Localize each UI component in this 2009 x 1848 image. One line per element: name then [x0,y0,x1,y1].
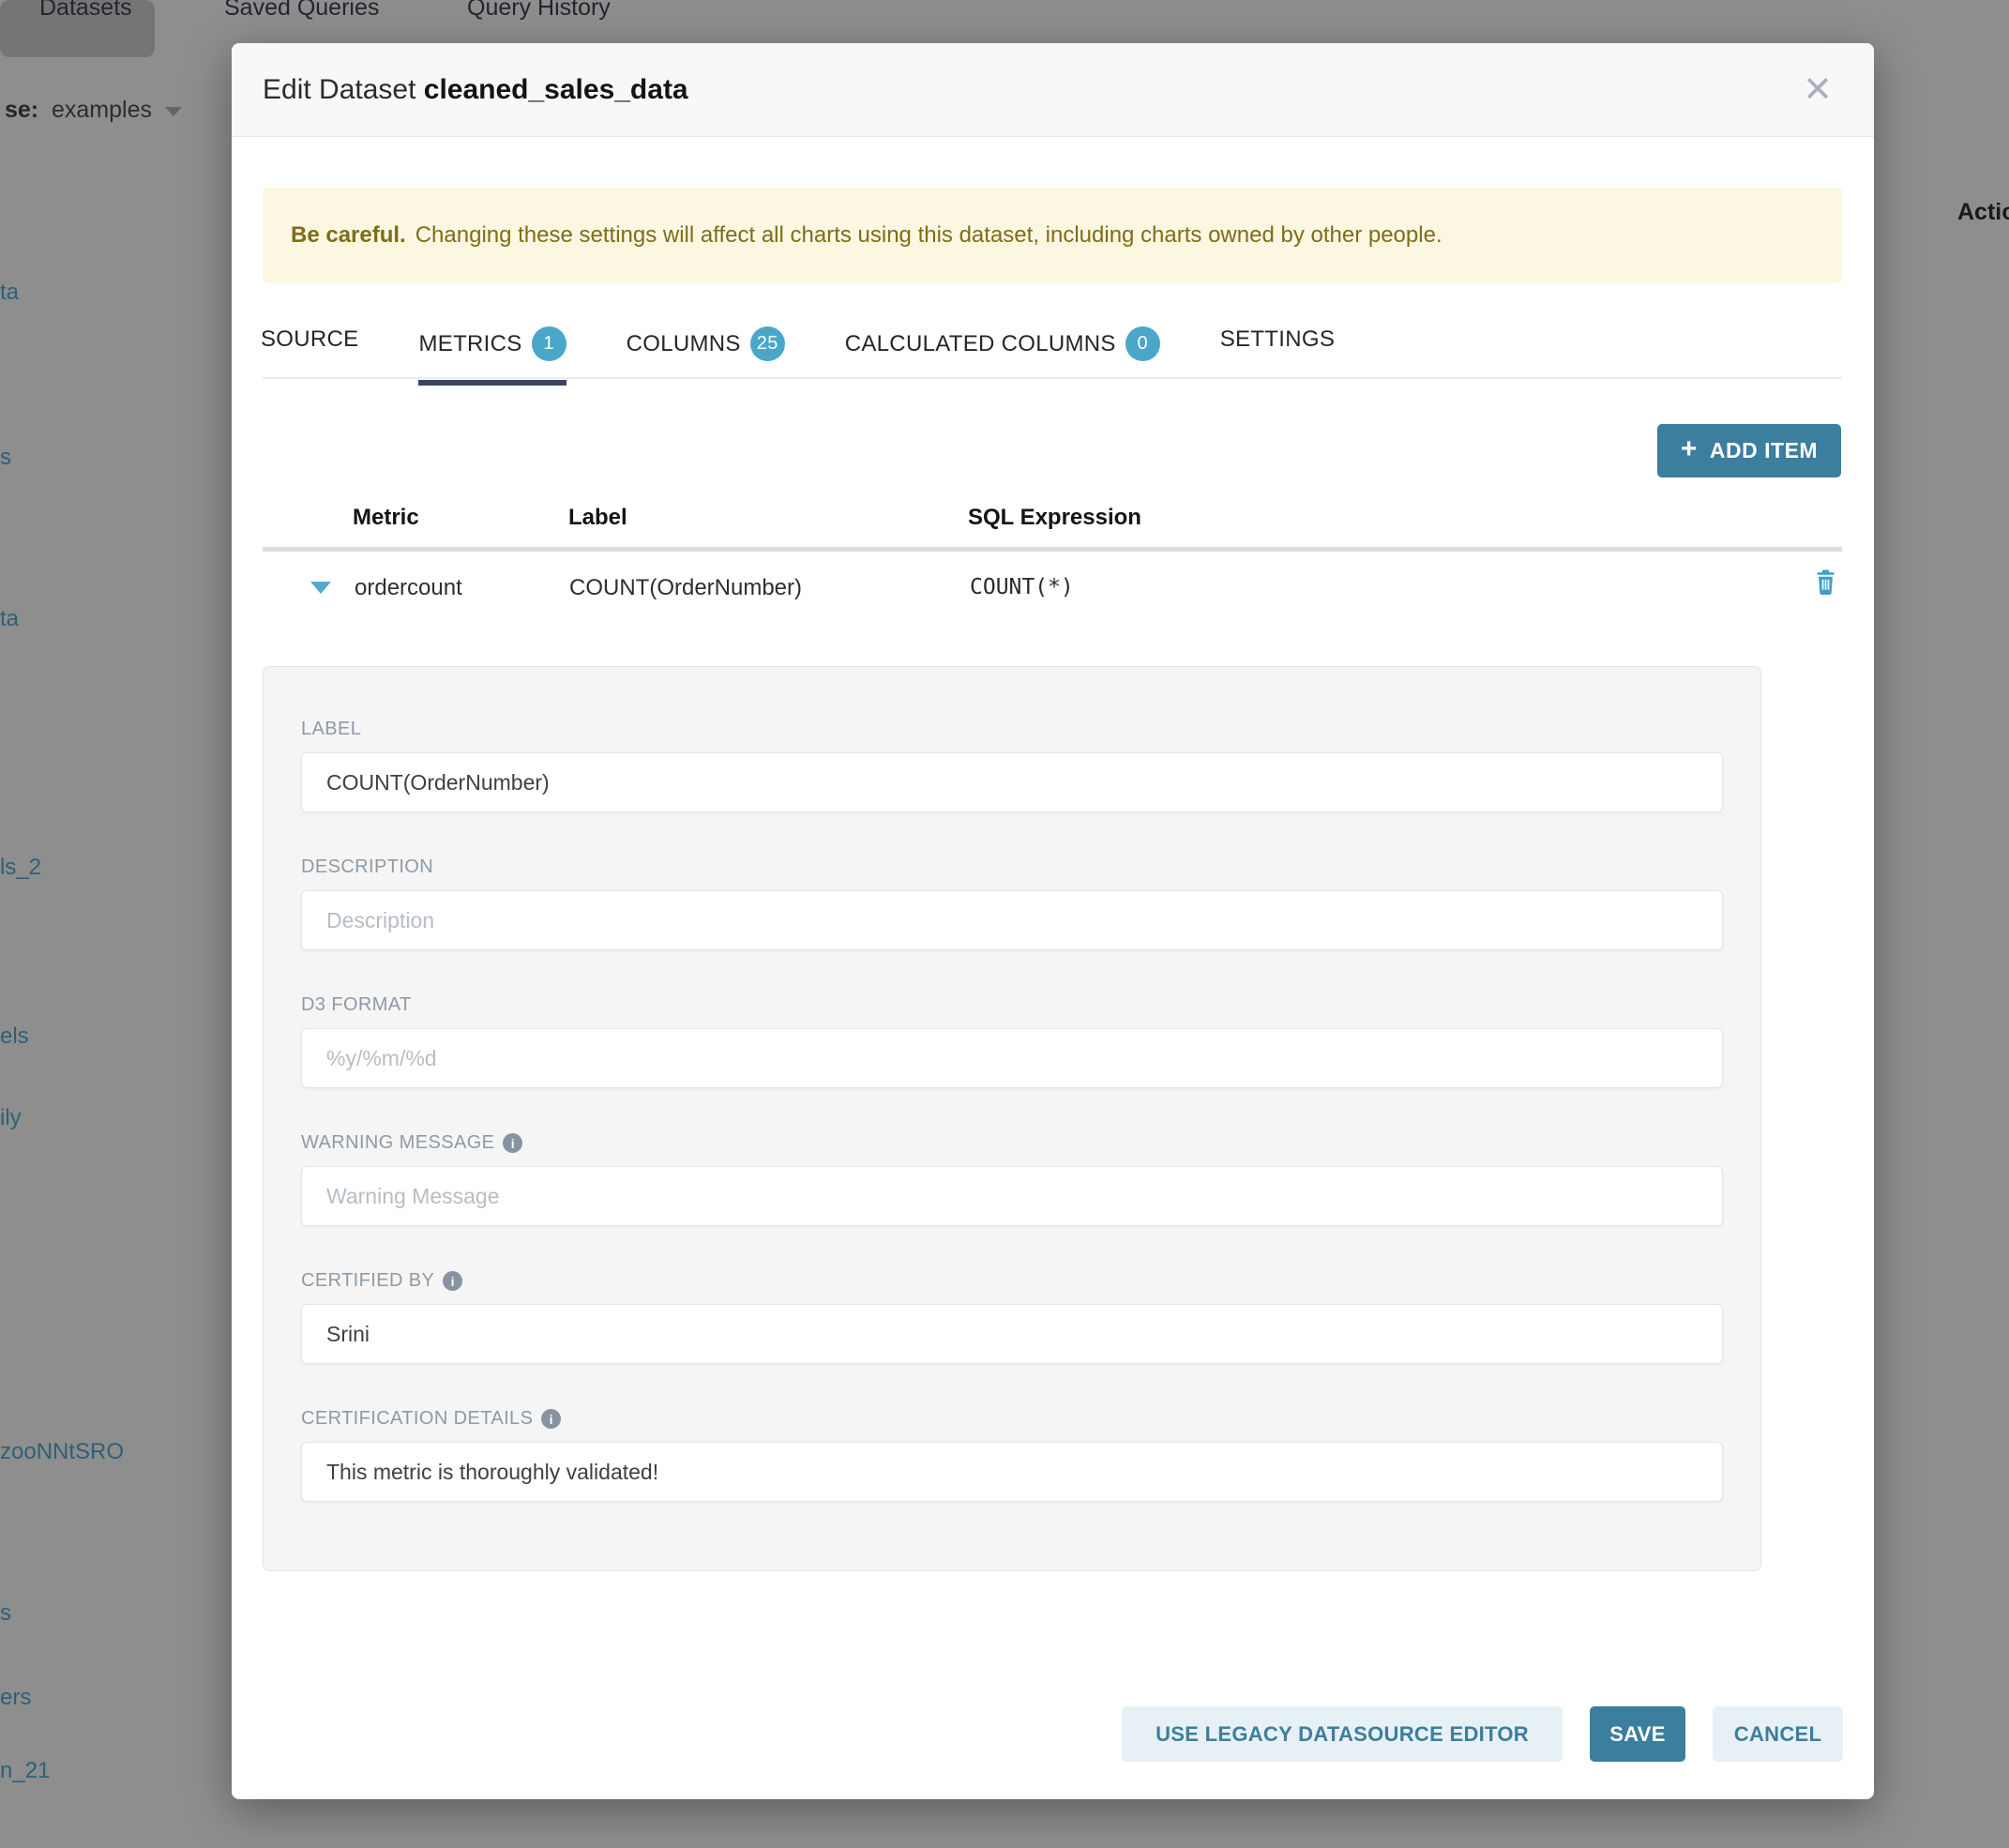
calculated-columns-count-badge: 0 [1125,326,1160,361]
modal-header: Edit Dataset cleaned_sales_data [232,43,1874,137]
screen: Datasets Saved Queries Query History se:… [0,0,2009,1848]
plus-icon: + [1681,435,1698,463]
delete-metric-icon[interactable] [1813,568,1838,601]
column-header-label: Label [568,505,627,531]
certified-by-field-label: CERTIFIED BY i [301,1270,1723,1292]
use-legacy-datasource-editor-button[interactable]: USE LEGACY DATASOURCE EDITOR [1122,1706,1563,1762]
actions-column-header: Actio [1957,199,2009,226]
nav-tab-datasets: Datasets [39,0,132,22]
modal-title-prefix: Edit Dataset [263,74,415,105]
modal-title-dataset-name: cleaned_sales_data [424,74,688,105]
tab-source[interactable]: SOURCE [261,326,358,371]
dataset-link-fragment: ta [0,280,19,306]
dataset-link-fragment: s [0,445,11,471]
nav-tab-saved-queries: Saved Queries [224,0,379,22]
info-icon: i [443,1271,462,1291]
dataset-link-fragment: n_21 [0,1758,50,1784]
certified-by-field-input[interactable] [301,1304,1723,1364]
dataset-link-fragment: ta [0,606,19,632]
edit-dataset-modal: Edit Dataset cleaned_sales_data ✕ Be car… [232,43,1874,1799]
tabs-divider [263,377,1842,379]
dataset-link-fragment: els [0,1023,29,1050]
warning-banner-bold: Be careful. [291,222,406,248]
info-icon: i [541,1409,561,1429]
metrics-count-badge: 1 [532,326,566,361]
modal-footer: USE LEGACY DATASOURCE EDITOR SAVE CANCEL [1122,1706,1843,1762]
metric-name-cell: ordercount [355,575,462,601]
tab-settings[interactable]: SETTINGS [1220,326,1335,371]
collapse-caret-icon[interactable] [310,582,331,594]
label-field-label: LABEL [301,719,1723,740]
modal-title: Edit Dataset cleaned_sales_data [263,74,688,106]
d3-format-field-input[interactable] [301,1028,1723,1088]
metric-sql-cell: COUNT(*) [970,575,1074,599]
column-header-metric: Metric [353,505,419,531]
warning-message-field-input[interactable] [301,1166,1723,1226]
columns-count-badge: 25 [750,326,785,361]
add-item-button[interactable]: + ADD ITEM [1657,424,1841,477]
dataset-link-fragment: ily [0,1105,22,1131]
cancel-button[interactable]: CANCEL [1713,1706,1843,1762]
column-header-sql-expression: SQL Expression [968,505,1141,531]
chevron-down-icon [165,107,182,116]
metric-detail-panel: LABEL DESCRIPTION D3 FORMAT WARNING MESS… [263,666,1761,1571]
warning-banner-text: Be careful.Changing these settings will … [291,222,1443,249]
tab-calculated-columns[interactable]: CALCULATED COLUMNS 0 [845,326,1160,380]
nav-tab-query-history: Query History [467,0,611,22]
warning-banner: Be careful.Changing these settings will … [263,188,1842,283]
database-filter-label: se: [5,97,38,124]
dataset-link-fragment: ls_2 [0,855,41,881]
dataset-link-fragment: s [0,1600,11,1627]
close-icon[interactable]: ✕ [1784,43,1851,137]
d3-format-field-label: D3 FORMAT [301,994,1723,1016]
description-field-input[interactable] [301,890,1723,950]
database-filter-value: examples [52,97,152,124]
tab-columns[interactable]: COLUMNS 25 [627,326,785,380]
label-field-input[interactable] [301,752,1723,812]
warning-message-field-label: WARNING MESSAGE i [301,1132,1723,1154]
certification-details-field-input[interactable] [301,1442,1723,1502]
save-button[interactable]: SAVE [1590,1706,1685,1762]
info-icon: i [503,1133,522,1153]
list-header-divider [263,547,1842,552]
description-field-label: DESCRIPTION [301,856,1723,878]
metric-label-cell: COUNT(OrderNumber) [569,575,802,601]
dataset-link-fragment: zooNNtSRO [0,1439,124,1465]
dataset-link-fragment: ers [0,1685,31,1711]
certification-details-field-label: CERTIFICATION DETAILS i [301,1408,1723,1430]
